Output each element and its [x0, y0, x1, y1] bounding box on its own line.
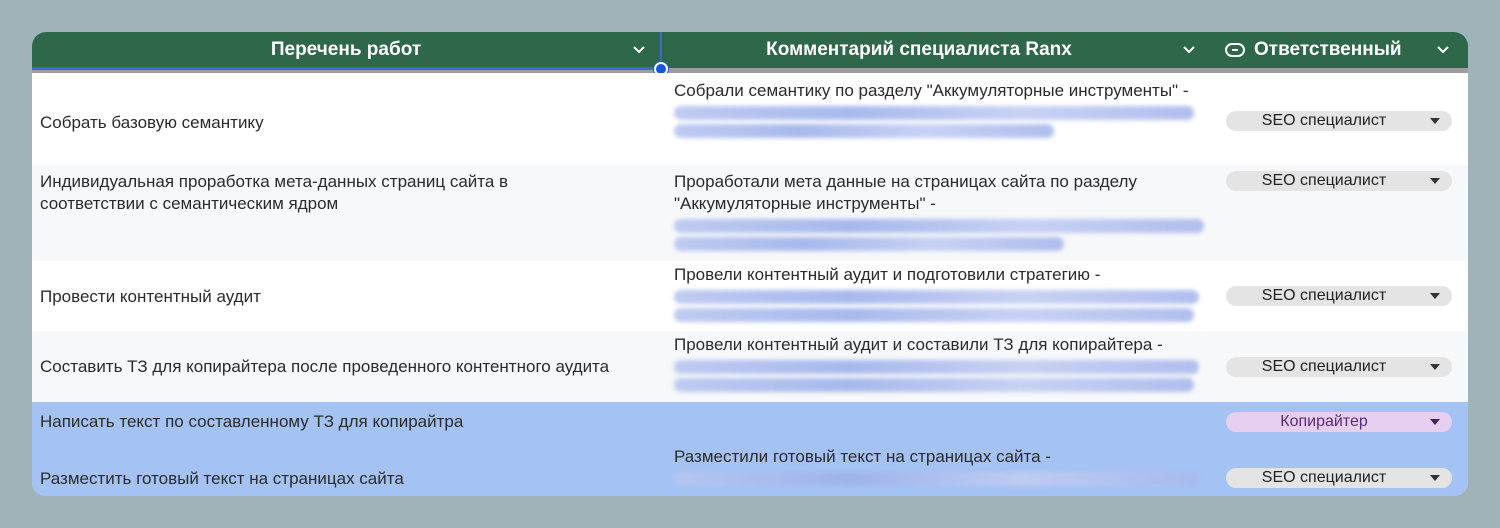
comment-link[interactable] [674, 378, 1194, 392]
comment-cell[interactable]: Собрали семантику по разделу "Аккумулято… [674, 80, 1214, 142]
comment-text: Проработали мета данные на страницах сай… [674, 172, 1137, 213]
responsible-dropdown[interactable]: SEO специалист [1226, 357, 1452, 377]
responsible-dropdown[interactable]: Копирайтер [1226, 412, 1452, 432]
responsible-dropdown[interactable]: SEO специалист [1226, 111, 1452, 131]
dropdown-arrow-icon [1430, 118, 1440, 124]
comment-text: Разместили готовый текст на страницах са… [674, 447, 1051, 466]
comment-link[interactable] [674, 106, 1194, 120]
column-header-tasks-label: Перечень работ [270, 39, 422, 60]
table-row[interactable]: Индивидуальная проработка мета-данных ст… [32, 165, 1468, 261]
dropdown-arrow-icon [1430, 475, 1440, 481]
column-header-responsible[interactable]: Ответственный [1254, 32, 1424, 68]
dropdown-arrow-icon [1430, 293, 1440, 299]
column-header-tasks[interactable]: Перечень работ [32, 32, 660, 68]
table-header: Перечень работ Комментарий специалиста R… [32, 32, 1468, 68]
tag-icon [1225, 43, 1245, 57]
table-row[interactable]: Собрать базовую семантику Собрали семант… [32, 73, 1468, 165]
task-cell: Составить ТЗ для копирайтера после прове… [40, 357, 610, 376]
chevron-down-icon[interactable] [1436, 43, 1450, 57]
column-header-responsible-label: Ответственный [1254, 39, 1402, 60]
table-row-selected[interactable]: Написать текст по составленному ТЗ для к… [32, 402, 1468, 442]
comment-cell[interactable]: Проработали мета данные на страницах сай… [674, 171, 1214, 255]
comment-cell[interactable]: Провели контентный аудит и подготовили с… [674, 264, 1214, 326]
comment-link[interactable] [674, 290, 1199, 304]
task-cell: Собрать базовую семантику [40, 113, 264, 132]
responsible-value: SEO специалист [1261, 358, 1387, 375]
comment-text: Провели контентный аудит и подготовили с… [674, 265, 1101, 284]
dropdown-arrow-icon [1430, 419, 1440, 425]
selection-border [32, 67, 662, 70]
comment-link[interactable] [674, 308, 1194, 322]
responsible-dropdown[interactable]: SEO специалист [1226, 171, 1452, 191]
column-header-comment[interactable]: Комментарий специалиста Ranx [662, 32, 1176, 68]
responsible-value: SEO специалист [1261, 287, 1387, 304]
dropdown-arrow-icon [1430, 364, 1440, 370]
table-row[interactable]: Составить ТЗ для копирайтера после прове… [32, 331, 1468, 402]
responsible-dropdown[interactable]: SEO специалист [1226, 468, 1452, 488]
comment-link[interactable] [674, 124, 1054, 138]
task-cell: Разместить готовый текст на страницах са… [40, 469, 404, 488]
comment-link[interactable] [674, 360, 1199, 374]
comment-text: Провели контентный аудит и составили ТЗ … [674, 335, 1163, 354]
comment-cell[interactable]: Провели контентный аудит и составили ТЗ … [674, 334, 1214, 396]
task-cell: Индивидуальная проработка мета-данных ст… [40, 172, 509, 213]
responsible-dropdown[interactable]: SEO специалист [1226, 286, 1452, 306]
comment-link[interactable] [674, 237, 1064, 251]
comment-text: Собрали семантику по разделу "Аккумулято… [674, 81, 1189, 100]
responsible-value: Копирайтер [1280, 413, 1368, 430]
spreadsheet-table: Перечень работ Комментарий специалиста R… [32, 32, 1468, 496]
chevron-down-icon[interactable] [632, 43, 646, 57]
table-row[interactable]: Провести контентный аудит Провели контен… [32, 261, 1468, 331]
comment-cell[interactable]: Разместили готовый текст на страницах са… [674, 446, 1214, 490]
dropdown-arrow-icon [1430, 178, 1440, 184]
comment-link[interactable] [674, 219, 1204, 233]
task-cell: Провести контентный аудит [40, 287, 261, 306]
responsible-value: SEO специалист [1261, 112, 1387, 129]
table-row-selected[interactable]: Разместить готовый текст на страницах са… [32, 442, 1468, 496]
responsible-value: SEO специалист [1261, 469, 1387, 486]
responsible-value: SEO специалист [1261, 172, 1387, 189]
comment-link[interactable] [674, 472, 1199, 486]
chevron-down-icon[interactable] [1182, 43, 1196, 57]
column-header-comment-label: Комментарий специалиста Ranx [766, 39, 1072, 60]
task-cell: Написать текст по составленному ТЗ для к… [40, 412, 464, 431]
